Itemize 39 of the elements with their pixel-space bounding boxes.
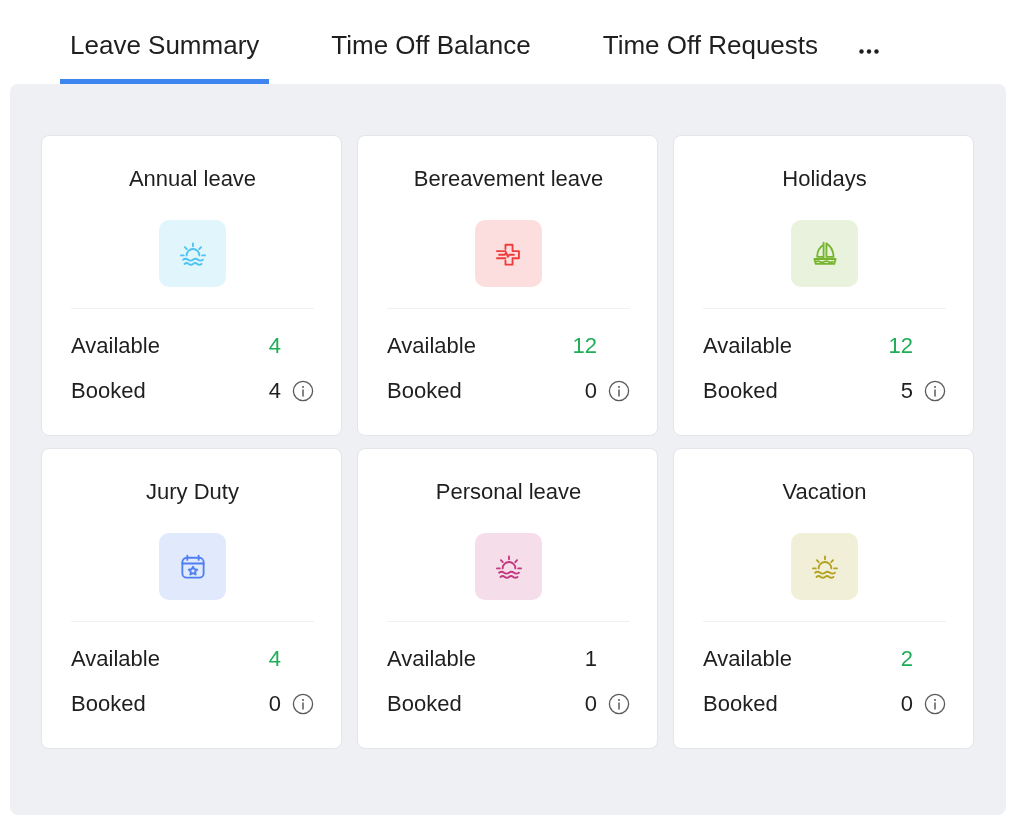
leave-title: Bereavement leave: [413, 167, 604, 191]
balance-value: 0: [584, 379, 597, 403]
balance-value: 1: [584, 647, 597, 671]
balance-label: Booked: [387, 379, 463, 403]
balance-value: 5: [900, 379, 913, 403]
balance-label: Available: [703, 334, 793, 358]
balance-value: 2: [900, 647, 913, 671]
balance-label: Booked: [71, 379, 147, 403]
info-icon[interactable]: [924, 693, 946, 715]
balance-label: Available: [703, 647, 793, 671]
info-icon[interactable]: [292, 693, 314, 715]
more-icon[interactable]: [859, 49, 880, 54]
balance-value: 0: [268, 692, 281, 716]
balance-value: 4: [268, 379, 281, 403]
leave-title: Personal leave: [435, 480, 582, 504]
info-icon[interactable]: [924, 380, 946, 402]
tab[interactable]: Time Off Requests: [592, 30, 829, 84]
info-icon[interactable]: [608, 380, 630, 402]
balance-value: 12: [572, 334, 597, 358]
tab[interactable]: Time Off Balance: [321, 30, 541, 84]
balance-label: Booked: [703, 379, 779, 403]
balance-label: Available: [71, 647, 161, 671]
leave-title: Jury Duty: [146, 480, 239, 504]
balance-label: Available: [71, 334, 161, 358]
balance-value: 12: [888, 334, 913, 358]
balance-label: Available: [387, 647, 477, 671]
balance-label: Booked: [71, 692, 147, 716]
info-icon[interactable]: [608, 693, 630, 715]
balance-label: Booked: [703, 692, 779, 716]
balance-value: 0: [584, 692, 597, 716]
balance-label: Available: [387, 334, 477, 358]
balance-label: Booked: [387, 692, 463, 716]
balance-value: 4: [268, 647, 281, 671]
leave-title: Vacation: [782, 480, 867, 504]
info-icon[interactable]: [292, 380, 314, 402]
balance-value: 0: [900, 692, 913, 716]
balance-value: 4: [268, 334, 281, 358]
leave-title: Holidays: [782, 167, 867, 191]
leave-title: Annual leave: [128, 167, 257, 191]
